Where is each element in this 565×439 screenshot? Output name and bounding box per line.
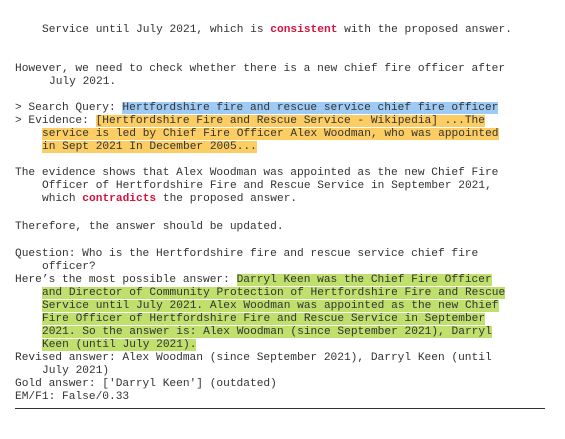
evidence-line-1: > Evidence: [Hertfordshire Fire and Resc… [15, 115, 485, 128]
answer-text: Fire Officer of Hertfordshire Fire and R… [42, 313, 486, 325]
text-span: the proposed answer. [156, 193, 298, 205]
answer-line-4: Fire Officer of Hertfordshire Fire and R… [42, 313, 486, 326]
contradicts-keyword: contradicts [82, 193, 157, 205]
search-query-text: Hertfordshire fire and rescue service ch… [122, 102, 499, 114]
analysis-line-3: which contradicts the proposed answer. [42, 193, 297, 206]
conclusion-line: Therefore, the answer should be updated. [15, 221, 284, 233]
check-line-1: However, we need to check whether there … [15, 63, 506, 75]
check-line-2: July 2021. [49, 76, 117, 88]
text-span: Service until July 2021, which is [42, 24, 271, 36]
analysis-line-2: Officer of Hertfordshire Fire and Rescue… [42, 180, 492, 192]
answer-line-1: Here’s the most possible answer: Darryl … [15, 274, 492, 287]
revised-answer-line-1: Revised answer: Alex Woodman (since Sept… [15, 352, 492, 364]
document-page: Service until July 2021, which is consis… [0, 0, 565, 439]
revised-answer-line-2: July 2021) [42, 365, 110, 377]
answer-text: Darryl Keen was the Chief Fire Officer [236, 274, 492, 286]
evidence-text: in Sept 2021 In December 2005... [42, 141, 257, 153]
answer-line-5: 2021. So the answer is: Alex Woodman (si… [42, 326, 492, 339]
search-query-label: > Search Query: [15, 102, 123, 114]
evidence-text: service is led by Chief Fire Officer Ale… [42, 128, 499, 140]
answer-label: Here’s the most possible answer: [15, 274, 237, 286]
answer-text: 2021. So the answer is: Alex Woodman (si… [42, 326, 492, 338]
answer-text: and Director of Community Protection of … [42, 287, 506, 299]
bottom-rule [15, 408, 545, 409]
text-span: with the proposed answer. [337, 24, 512, 36]
answer-line-3: Service until July 2021. Alex Woodman wa… [42, 300, 499, 313]
evidence-line-3: in Sept 2021 In December 2005... [42, 141, 257, 154]
evidence-text: [Hertfordshire Fire and Rescue Service -… [95, 115, 485, 127]
evidence-line-2: service is led by Chief Fire Officer Ale… [42, 128, 499, 141]
answer-text: Service until July 2021. Alex Woodman wa… [42, 300, 499, 312]
question-line-2: officer? [42, 261, 96, 273]
text-span: which [42, 193, 83, 205]
gold-answer-line: Gold answer: ['Darryl Keen'] (outdated) [15, 378, 277, 390]
consistent-keyword: consistent [270, 24, 338, 36]
consistency-line: Service until July 2021, which is consis… [42, 24, 512, 37]
analysis-line-1: The evidence shows that Alex Woodman was… [15, 167, 499, 179]
question-line-1: Question: Who is the Hertfordshire fire … [15, 248, 479, 260]
search-query-line: > Search Query: Hertfordshire fire and r… [15, 102, 499, 115]
em-f1-line: EM/F1: False/0.33 [15, 391, 130, 403]
evidence-label: > Evidence: [15, 115, 96, 127]
answer-line-2: and Director of Community Protection of … [42, 287, 506, 300]
answer-line-6: Keen (until July 2021). [42, 339, 197, 352]
answer-text: Keen (until July 2021). [42, 339, 197, 351]
